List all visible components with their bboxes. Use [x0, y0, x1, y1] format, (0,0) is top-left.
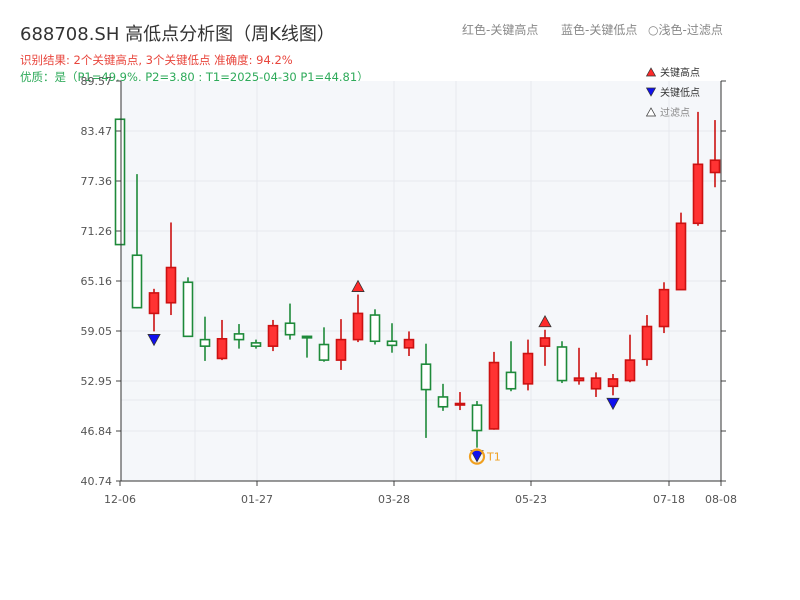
candle-body: [403, 338, 415, 349]
candle: [675, 212, 687, 291]
y-tick-label: 52.95: [81, 375, 113, 388]
candle-body: [454, 402, 466, 406]
candle-body: [369, 314, 381, 343]
candle-body: [114, 118, 126, 246]
candle-body: [216, 337, 228, 360]
candle-body: [420, 363, 432, 391]
candle-body: [692, 163, 704, 225]
candlestick-chart: T1 40.74 46.84 52.95 59.05 65.16 71.26 77.36 83…: [81, 66, 737, 506]
candle-body: [641, 325, 653, 361]
x-tick-label: 01-27: [241, 493, 273, 506]
candle-body: [505, 371, 517, 390]
candle: [556, 341, 568, 384]
candle: [488, 351, 500, 430]
y-tick-label: 83.47: [81, 125, 113, 138]
candle-body: [318, 343, 330, 361]
candle-body: [522, 352, 534, 385]
legend-label: 关键低点: [660, 86, 700, 99]
candle-body: [488, 361, 500, 430]
candle-body: [386, 340, 398, 347]
candle: [658, 282, 670, 334]
candle-body: [284, 322, 296, 336]
candle-body: [437, 396, 449, 408]
candle-body: [590, 377, 602, 390]
candle-body: [675, 222, 687, 291]
y-tick-label: 77.36: [81, 175, 113, 188]
candle-body: [301, 335, 313, 339]
y-tick-label: 40.74: [81, 475, 113, 488]
t1-label: T1: [486, 451, 501, 464]
candle-body: [199, 338, 211, 347]
candle-body: [539, 337, 551, 347]
candle-body: [556, 346, 568, 382]
candle: [369, 309, 381, 345]
candle-body: [352, 312, 364, 341]
candle-body: [182, 281, 194, 338]
y-tick-label: 46.84: [81, 425, 113, 438]
candle-body: [148, 292, 160, 315]
candle: [182, 277, 194, 338]
legend-label: 关键高点: [660, 66, 700, 79]
candle-body: [131, 254, 143, 309]
x-tick-label: 05-23: [515, 493, 547, 506]
y-tick-label: 59.05: [81, 325, 113, 338]
candle-body: [471, 404, 483, 432]
legend-marker: [645, 67, 657, 77]
candle-body: [250, 342, 262, 347]
candle-body: [709, 159, 721, 174]
y-tick-label: 71.26: [81, 225, 113, 238]
candle-body: [658, 288, 670, 328]
candle-body: [607, 378, 619, 388]
candle-body: [335, 338, 347, 361]
x-tick-label: 12-06: [104, 493, 136, 506]
candle-body: [233, 333, 245, 341]
candle-body: [165, 266, 177, 304]
x-tick-label: 08-08: [705, 493, 737, 506]
candle-body: [267, 324, 279, 347]
candle-body: [624, 359, 636, 382]
candle: [114, 118, 126, 246]
x-tick-label: 07-18: [653, 493, 685, 506]
x-tick-label: 03-28: [378, 493, 410, 506]
y-tick-label: 65.16: [81, 275, 113, 288]
legend-label: 过滤点: [660, 106, 690, 119]
y-tick-label: 89.57: [81, 75, 113, 88]
candle-body: [573, 377, 585, 382]
